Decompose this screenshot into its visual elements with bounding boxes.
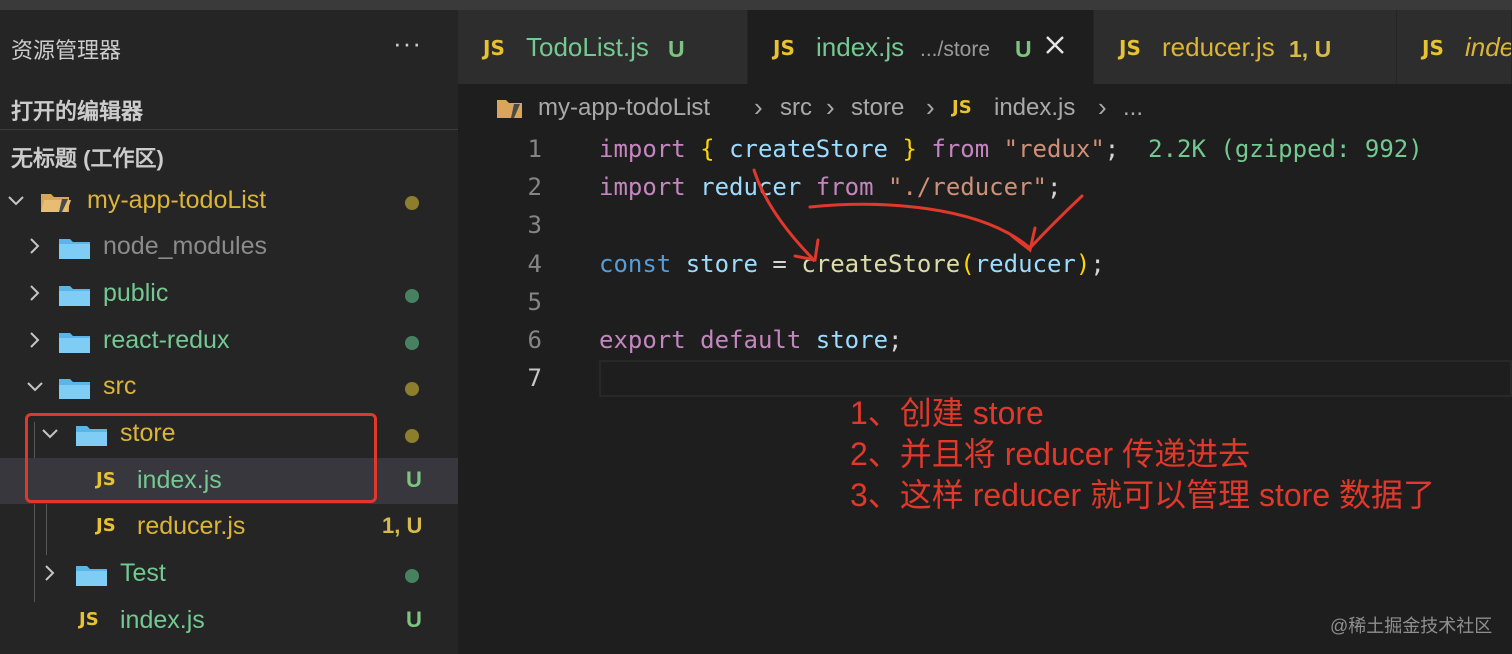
tab-index-js-partial[interactable]: JS inde: [1397, 10, 1512, 84]
code-line-4: const store = createStore(reducer);: [599, 250, 1105, 278]
line-number: 6: [527, 326, 542, 354]
tree-item-react-redux[interactable]: react-redux: [0, 318, 458, 364]
tree-item-label: index.js: [120, 606, 205, 634]
line-number: 3: [527, 211, 542, 239]
js-file-icon: JS: [773, 36, 795, 60]
tab-label: TodoList.js: [526, 32, 649, 62]
breadcrumb-item[interactable]: index.js: [994, 94, 1075, 122]
js-file-icon: JS: [952, 97, 972, 118]
folder-open-icon: [40, 190, 73, 214]
code-line-2: import reducer from "./reducer";: [599, 173, 1062, 201]
workspace-label: 无标题 (工作区): [11, 146, 164, 171]
js-file-icon: JS: [79, 609, 99, 630]
git-status-badge: 1, U: [1289, 36, 1332, 62]
git-status-badge: U: [668, 36, 685, 62]
tree-item-reducer-js[interactable]: JS reducer.js 1, U: [0, 504, 458, 550]
explorer-title: 资源管理器: [11, 38, 122, 63]
untracked-dot: [405, 289, 419, 303]
code-line-1: import { createStore } from "redux"; 2.2…: [599, 135, 1423, 163]
js-file-icon: JS: [96, 515, 116, 536]
line-number: 2: [527, 173, 542, 201]
tree-item-label: public: [103, 279, 169, 307]
line-number: 4: [527, 250, 542, 278]
folder-icon: [58, 330, 91, 354]
modified-dot: [405, 196, 419, 210]
git-status-badge: 1, U: [382, 513, 423, 538]
tree-item-label: my-app-todoList: [87, 186, 267, 214]
tab-label: reducer.js: [1162, 32, 1275, 62]
chevron-right-icon: ›: [754, 92, 763, 122]
js-file-icon: JS: [1119, 36, 1141, 60]
chevron-right-icon: ›: [926, 92, 935, 122]
tree-item-my-app-todolist[interactable]: my-app-todoList: [0, 178, 458, 224]
js-file-icon: JS: [483, 36, 505, 60]
chevron-right-icon: [25, 234, 45, 258]
folder-icon: [58, 283, 91, 307]
untracked-dot: [405, 569, 419, 583]
watermark: @稀土掘金技术社区: [1330, 616, 1493, 636]
breadcrumb: my-app-todoList › src › store › JS index…: [458, 84, 1512, 130]
workspace-section[interactable]: 无标题 (工作区): [0, 133, 458, 177]
tree-item-label: react-redux: [103, 326, 230, 354]
chevron-down-icon: [25, 374, 45, 398]
explorer-header: 资源管理器 ···: [0, 10, 458, 84]
open-editors-section[interactable]: 打开的编辑器: [0, 86, 458, 130]
tree-item-src[interactable]: src: [0, 364, 458, 410]
tab-label: inde: [1465, 32, 1512, 62]
folder-icon: [496, 96, 524, 120]
chevron-right-icon: ›: [826, 92, 835, 122]
line-number: 5: [527, 288, 542, 316]
tree-item-label: src: [103, 372, 137, 400]
highlight-box-store: [25, 413, 377, 503]
git-status-badge: U: [406, 607, 422, 632]
annotation-step-2: 2、并且将 reducer 传递进去: [850, 436, 1251, 472]
annotation-step-3: 3、这样 reducer 就可以管理 store 数据了: [850, 477, 1436, 513]
js-file-icon: JS: [1422, 36, 1444, 60]
more-actions-icon[interactable]: ···: [393, 28, 422, 59]
tab-reducer-js[interactable]: JS reducer.js 1, U: [1094, 10, 1397, 84]
modified-dot: [405, 382, 419, 396]
git-status-badge: U: [406, 467, 422, 492]
breadcrumb-item[interactable]: store: [851, 94, 904, 122]
breadcrumb-item[interactable]: ...: [1123, 94, 1143, 122]
tree-item-src-index-js[interactable]: JS index.js U: [0, 598, 458, 644]
chevron-right-icon: [25, 281, 45, 305]
git-status-badge: U: [1015, 36, 1032, 62]
editor-tabs: JS TodoList.js U JS index.js .../store U…: [458, 10, 1512, 84]
line-number: 1: [527, 135, 542, 163]
breadcrumb-item[interactable]: my-app-todoList: [538, 94, 710, 122]
code-line-6: export default store;: [599, 326, 903, 354]
folder-icon: [58, 236, 91, 260]
tree-item-node-modules[interactable]: node_modules: [0, 224, 458, 270]
tree-item-label: reducer.js: [137, 512, 246, 540]
chevron-right-icon: ›: [1098, 92, 1107, 122]
tab-label: index.js: [816, 32, 905, 62]
untracked-dot: [405, 336, 419, 350]
tree-item-label: Test: [120, 559, 166, 587]
folder-icon: [75, 563, 108, 587]
tab-description: .../store: [920, 38, 991, 61]
tree-item-label: node_modules: [103, 232, 268, 260]
open-editors-label: 打开的编辑器: [11, 99, 144, 124]
tab-index-js[interactable]: JS index.js .../store U: [748, 10, 1094, 84]
window-title-bar: [0, 0, 1512, 10]
tree-item-public[interactable]: public: [0, 271, 458, 317]
tree-item-test[interactable]: Test: [0, 551, 458, 597]
line-number: 7: [527, 364, 542, 392]
tab-todolist-js[interactable]: JS TodoList.js U: [458, 10, 748, 84]
chevron-right-icon: [40, 561, 60, 585]
chevron-right-icon: [25, 328, 45, 352]
explorer-sidebar: 资源管理器 ··· 打开的编辑器 无标题 (工作区) my-app-todoLi…: [0, 10, 458, 654]
folder-open-icon: [58, 376, 91, 400]
current-line-highlight: [599, 360, 1512, 397]
annotation-step-1: 1、创建 store: [850, 395, 1044, 431]
modified-dot: [405, 429, 419, 443]
breadcrumb-item[interactable]: src: [780, 94, 812, 122]
chevron-down-icon: [6, 188, 26, 212]
close-icon[interactable]: [1044, 34, 1066, 56]
import-cost-hint: 2.2K (gzipped: 992): [1148, 135, 1423, 163]
